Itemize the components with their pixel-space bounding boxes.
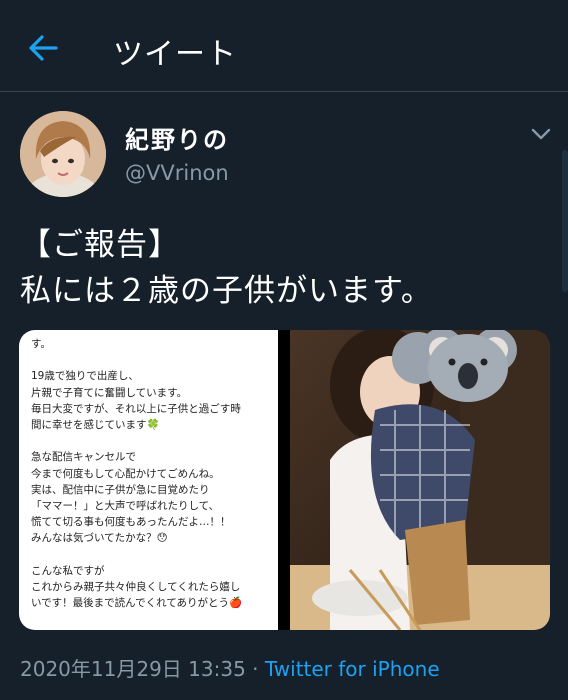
tweet-meta: 2020年11月29日 13:35 · Twitter for iPhone bbox=[20, 653, 440, 682]
tweet-media: す。 19歳で独りで出産し、 片親で子育てに奮闘しています。 毎日大変ですが、そ… bbox=[19, 330, 550, 630]
tweet-timestamp[interactable]: 2020年11月29日 13:35 bbox=[20, 657, 246, 681]
letter-image-text: す。 19歳で独りで出産し、 片親で子育てに奮闘しています。 毎日大変ですが、そ… bbox=[31, 338, 243, 610]
media-image-photo[interactable] bbox=[290, 330, 550, 630]
chevron-down-icon bbox=[531, 128, 551, 140]
arrow-left-icon bbox=[29, 35, 58, 61]
photo bbox=[290, 330, 550, 630]
top-bar: ツイート bbox=[0, 0, 568, 92]
author-display-name[interactable]: 紀野りの bbox=[125, 120, 229, 155]
media-image-letter[interactable]: す。 19歳で独りで出産し、 片親で子育てに奮闘しています。 毎日大変ですが、そ… bbox=[19, 330, 278, 630]
tweet-source-link[interactable]: Twitter for iPhone bbox=[265, 657, 440, 681]
author-handle[interactable]: @VVrinon bbox=[125, 161, 229, 185]
avatar[interactable] bbox=[20, 111, 106, 197]
page-title: ツイート bbox=[113, 37, 237, 72]
scrollbar[interactable] bbox=[562, 150, 568, 292]
tweet-text-line: 私には２歳の子供がいます。 bbox=[20, 273, 433, 309]
tweet-text-line: 【ご報告】 bbox=[20, 227, 180, 263]
user-avatar-image bbox=[20, 111, 106, 197]
back-button[interactable] bbox=[22, 28, 66, 68]
tweet-text: 【ご報告】 私には２歳の子供がいます。 bbox=[20, 222, 433, 314]
tweet-menu-button[interactable] bbox=[528, 124, 554, 144]
meta-separator: · bbox=[245, 657, 265, 681]
